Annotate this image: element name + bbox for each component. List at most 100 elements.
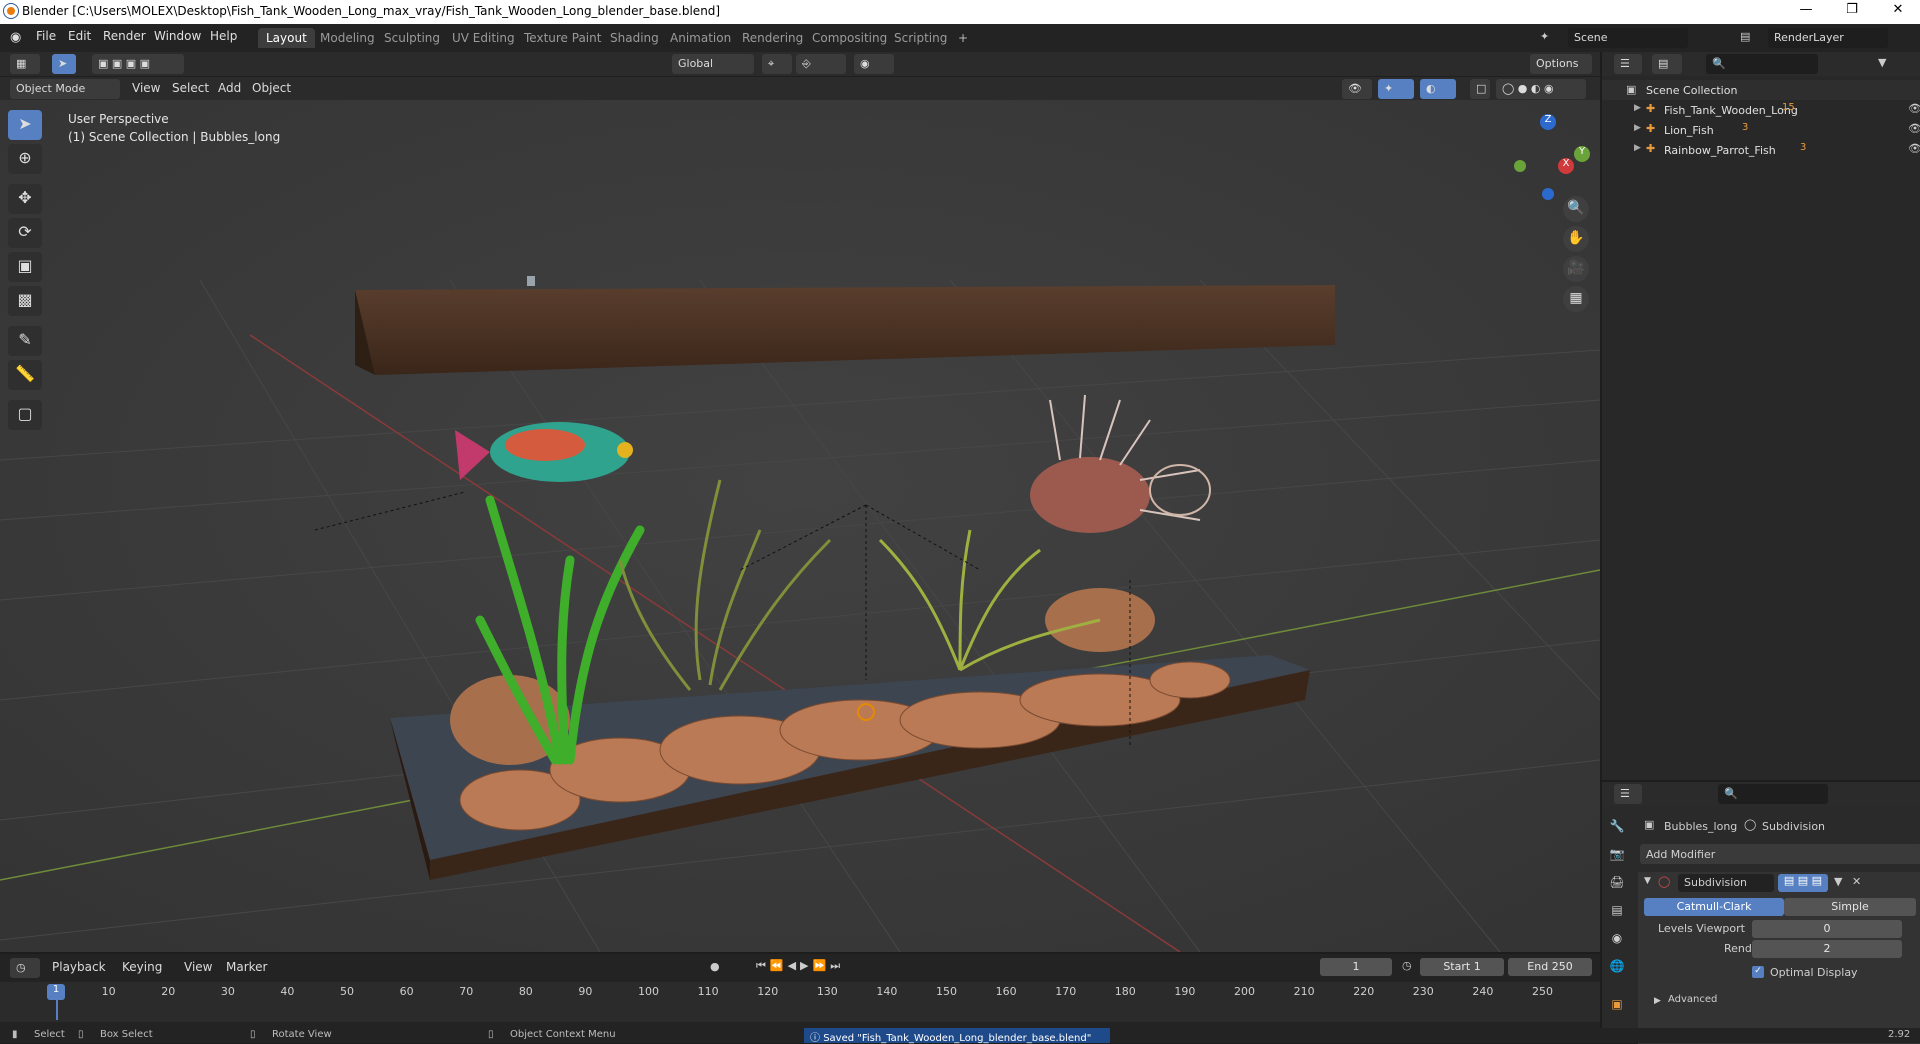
world-tab-icon[interactable]: 🌐	[1606, 956, 1628, 978]
zoom-icon[interactable]: 🔍	[1563, 196, 1589, 222]
outliner-search-input[interactable]: 🔍	[1706, 54, 1818, 74]
pan-hand-icon[interactable]: ✋	[1563, 226, 1589, 252]
gizmo-toggle-icon[interactable]: ✦	[1378, 79, 1414, 99]
select-box-tool-icon[interactable]: ➤	[8, 110, 42, 140]
options-dropdown[interactable]: Options	[1530, 54, 1592, 74]
tab-modeling[interactable]: Modeling	[312, 28, 383, 48]
viewport-menu-select[interactable]: Select	[172, 81, 209, 95]
editor-type-icon[interactable]: ▦	[10, 54, 40, 74]
tab-uv-editing[interactable]: UV Editing	[444, 28, 523, 48]
filter-icon[interactable]: ▼	[1878, 56, 1886, 69]
scale-tool-icon[interactable]: ▣	[8, 252, 42, 282]
tool-tab-icon[interactable]: 🔧	[1606, 816, 1628, 838]
modifier-name-field[interactable]: Subdivision	[1678, 874, 1774, 892]
output-tab-icon[interactable]: 🖨	[1606, 872, 1628, 894]
current-frame-field[interactable]: 1	[1320, 958, 1392, 976]
measure-tool-icon[interactable]: 📏	[8, 360, 42, 390]
viewport-menu-add[interactable]: Add	[218, 81, 241, 95]
viewport-menu-object[interactable]: Object	[252, 81, 291, 95]
transform-tool-icon[interactable]: ▩	[8, 286, 42, 316]
pivot-point-icon[interactable]: ⌖	[762, 54, 792, 74]
tab-animation[interactable]: Animation	[662, 28, 739, 48]
blender-menu-icon[interactable]: ◉	[10, 30, 21, 45]
cursor-tool-icon[interactable]: ⊕	[8, 144, 42, 174]
properties-editor-type-icon[interactable]: ☰	[1614, 784, 1642, 804]
timeline-menu-playback[interactable]: Playback	[52, 960, 106, 974]
camera-view-icon[interactable]: 🎥	[1563, 256, 1589, 282]
annotate-tool-icon[interactable]: ✎	[8, 326, 42, 356]
advanced-expand-icon[interactable]: ▶	[1654, 996, 1661, 1006]
selection-modes-icon[interactable]: ▣ ▣ ▣ ▣	[92, 54, 184, 74]
timeline-menu-view[interactable]: View	[184, 960, 212, 974]
modifier-menu-icon[interactable]: ▼	[1834, 875, 1842, 888]
minimize-button[interactable]: —	[1784, 2, 1828, 22]
rotate-tool-icon[interactable]: ⟳	[8, 218, 42, 248]
close-button[interactable]: ✕	[1876, 2, 1920, 22]
record-keyframes-icon[interactable]: ●	[710, 960, 720, 973]
visibility-icon[interactable]: 👁	[1342, 79, 1372, 99]
menu-help[interactable]: Help	[210, 29, 237, 43]
visibility-eye-icon[interactable]: 👁	[1908, 142, 1920, 155]
timeline-ruler[interactable]: 1 10 20 30 40 50 60 70 80 90 100 110 120 130 140 150 16…	[0, 982, 1600, 1022]
visibility-eye-icon[interactable]: 👁	[1908, 122, 1920, 135]
xray-icon[interactable]: □	[1470, 79, 1490, 99]
outliner-editor-type-icon[interactable]: ☰	[1614, 54, 1642, 74]
outliner-item-fish-tank[interactable]: ▶ ✚ Fish_Tank_Wooden_Long 15 👁	[1602, 100, 1920, 120]
tab-scripting[interactable]: Scripting	[886, 28, 955, 48]
proportional-edit-icon[interactable]: ◉	[854, 54, 894, 74]
tab-compositing[interactable]: Compositing	[804, 28, 895, 48]
gizmo-z-axis[interactable]: Z	[1540, 114, 1556, 130]
view-layer-tab-icon[interactable]: ▤	[1606, 900, 1628, 922]
transform-orientation-dropdown[interactable]: Global	[672, 54, 754, 74]
outliner-item-lion-fish[interactable]: ▶ ✚ Lion_Fish 3 👁	[1602, 120, 1920, 140]
modifier-visibility-toggles-icon[interactable]: ▤ ▤ ▤	[1778, 874, 1828, 892]
move-tool-icon[interactable]: ✥	[8, 184, 42, 214]
optimal-display-checkbox[interactable]: ✓	[1752, 966, 1764, 978]
viewport-menu-view[interactable]: View	[132, 81, 160, 95]
scene-tab-icon[interactable]: ◉	[1606, 928, 1628, 950]
timeline-editor-type-icon[interactable]: ◷	[10, 958, 40, 978]
view-layer-selector[interactable]: RenderLayer	[1768, 28, 1888, 48]
add-workspace-button[interactable]: +	[950, 28, 976, 48]
add-modifier-button[interactable]: Add Modifier	[1640, 844, 1920, 864]
properties-search-input[interactable]: 🔍	[1718, 784, 1828, 804]
timeline-menu-marker[interactable]: Marker	[226, 960, 267, 974]
add-cube-tool-icon[interactable]: ▢	[8, 400, 42, 430]
gizmo-neg-y[interactable]	[1514, 160, 1526, 172]
render-levels-field[interactable]: 2	[1752, 940, 1902, 958]
end-frame-field[interactable]: End 250	[1508, 958, 1592, 976]
playback-controls-icon[interactable]: ⏮⏪◀▶⏩⏭	[756, 959, 844, 973]
scene-selector[interactable]: Scene	[1568, 28, 1688, 48]
tab-texture-paint[interactable]: Texture Paint	[516, 28, 609, 48]
playhead-frame-indicator[interactable]: 1	[47, 984, 65, 1000]
render-tab-icon[interactable]: 📷	[1606, 844, 1628, 866]
navigation-gizmo[interactable]: Z Y X	[1500, 110, 1590, 200]
advanced-section-label[interactable]: Advanced	[1668, 994, 1717, 1005]
outliner-item-parrot-fish[interactable]: ▶ ✚ Rainbow_Parrot_Fish 3 👁	[1602, 140, 1920, 160]
shading-modes-icon[interactable]: ◯ ● ◐ ◉	[1496, 79, 1586, 99]
tab-rendering[interactable]: Rendering	[734, 28, 811, 48]
object-mode-dropdown[interactable]: Object Mode	[10, 79, 120, 99]
restore-button[interactable]: ❐	[1830, 2, 1874, 22]
menu-edit[interactable]: Edit	[68, 29, 91, 43]
levels-viewport-field[interactable]: 0	[1752, 920, 1902, 938]
tab-sculpting[interactable]: Sculpting	[376, 28, 448, 48]
menu-render[interactable]: Render	[103, 29, 146, 43]
gizmo-x-axis[interactable]: X	[1558, 158, 1574, 174]
overlay-toggle-icon[interactable]: ◐	[1420, 79, 1456, 99]
snap-icon[interactable]: ⎆	[796, 54, 846, 74]
select-mode-icon[interactable]: ➤	[52, 54, 76, 74]
collapse-arrow-icon[interactable]: ▼	[1644, 876, 1651, 886]
ortho-toggle-icon[interactable]: ▦	[1563, 286, 1589, 312]
start-frame-field[interactable]: Start 1	[1420, 958, 1504, 976]
simple-button[interactable]: Simple	[1784, 898, 1916, 916]
catmull-clark-button[interactable]: Catmull-Clark	[1644, 898, 1784, 916]
menu-window[interactable]: Window	[154, 29, 201, 43]
remove-modifier-icon[interactable]: ✕	[1852, 875, 1861, 888]
object-tab-icon[interactable]: ▣	[1606, 994, 1628, 1016]
tab-shading[interactable]: Shading	[602, 28, 667, 48]
expand-arrow-icon[interactable]: ▶	[1634, 123, 1641, 133]
3d-viewport[interactable]: ➤ ⊕ ✥ ⟳ ▣ ▩ ✎ 📏 ▢ User Perspective (1) S…	[0, 100, 1600, 952]
menu-file[interactable]: File	[36, 29, 56, 43]
timeline-menu-keying[interactable]: Keying	[122, 960, 162, 974]
